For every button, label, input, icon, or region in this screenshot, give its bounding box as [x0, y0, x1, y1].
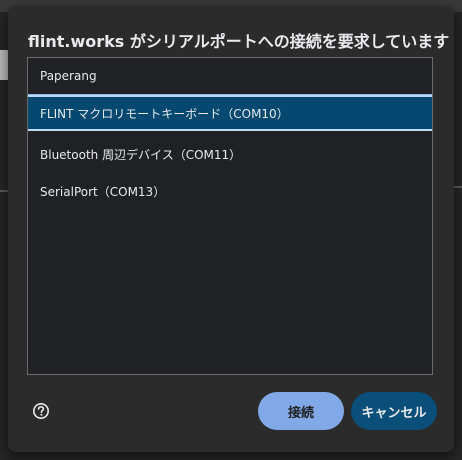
device-list[interactable]: Paperang FLINT マクロリモートキーボード（COM10） Bluet…: [27, 57, 433, 375]
device-item-bluetooth[interactable]: Bluetooth 周辺デバイス（COM11）: [28, 136, 432, 172]
serial-port-chooser-dialog: flint.works がシリアルポートへの接続を要求しています Paperan…: [8, 6, 454, 452]
cancel-button[interactable]: キャンセル: [351, 392, 437, 430]
device-item-flint-keyboard[interactable]: FLINT マクロリモートキーボード（COM10）: [28, 95, 432, 131]
background-page-glyph: [0, 50, 8, 80]
device-item-serialport[interactable]: SerialPort（COM13）: [28, 173, 432, 209]
help-circle-icon[interactable]: [32, 402, 50, 420]
dialog-title: flint.works がシリアルポートへの接続を要求しています: [28, 32, 450, 51]
connect-button[interactable]: 接続: [258, 392, 344, 430]
device-item-paperang[interactable]: Paperang: [28, 58, 432, 94]
